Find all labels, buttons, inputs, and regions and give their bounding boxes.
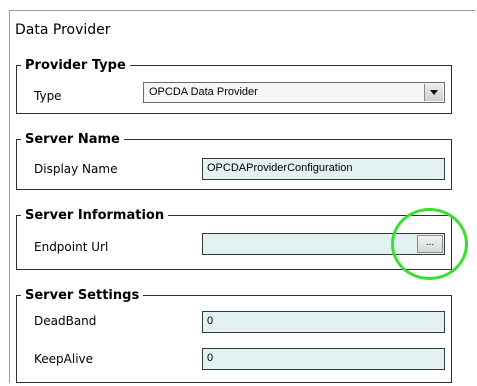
keepalive-label: KeepAlive [34, 352, 94, 366]
keepalive-field[interactable]: 0 [202, 348, 445, 370]
display-name-label: Display Name [34, 162, 118, 176]
deadband-field[interactable]: 0 [202, 311, 445, 333]
display-name-field[interactable]: OPCDAProviderConfiguration [202, 158, 445, 180]
type-select-value: OPCDA Data Provider [149, 86, 258, 98]
endpoint-url-label: Endpoint Url [34, 240, 109, 254]
server-settings-legend: Server Settings [25, 288, 140, 303]
server-name-legend: Server Name [25, 132, 120, 147]
type-label: Type [34, 89, 62, 103]
type-select[interactable]: OPCDA Data Provider [143, 82, 445, 103]
deadband-label: DeadBand [34, 314, 97, 328]
page-title: Data Provider [15, 22, 111, 38]
chevron-down-icon[interactable] [424, 84, 443, 101]
provider-type-legend: Provider Type [25, 58, 126, 73]
highlight-circle [391, 208, 468, 280]
server-information-legend: Server Information [25, 208, 165, 223]
